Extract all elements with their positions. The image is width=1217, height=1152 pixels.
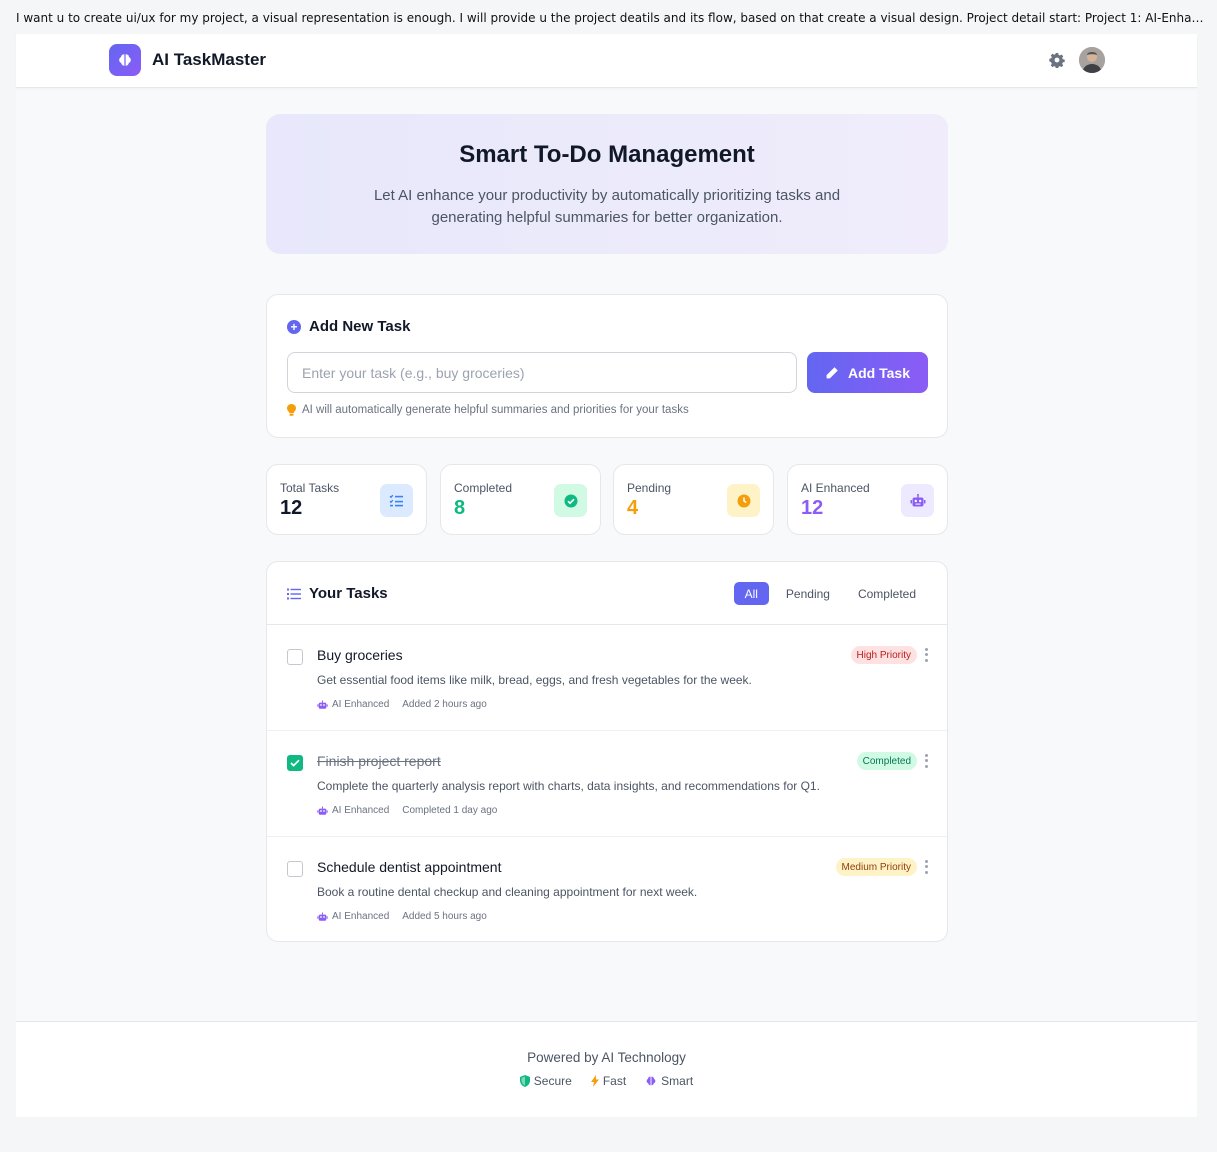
brain-icon (646, 1076, 656, 1086)
ai-hint-text: AI will automatically generate helpful s… (302, 404, 689, 416)
prompt-text: I want u to create ui/ux for my project,… (16, 11, 1206, 25)
app-frame: AI TaskMaster Smart To-Do Management Let… (16, 34, 1197, 1117)
shield-icon (519, 1075, 530, 1087)
task-title: Buy groceries (317, 647, 403, 663)
add-task-button-label: Add Task (848, 364, 910, 381)
user-avatar[interactable] (1079, 47, 1105, 73)
robot-icon (901, 484, 934, 517)
task-time: Added 5 hours ago (402, 911, 487, 922)
filter-pending[interactable]: Pending (775, 582, 841, 605)
more-options-icon[interactable] (923, 647, 929, 663)
task-meta: AI Enhanced Added 2 hours ago (317, 699, 487, 710)
filter-tabs: All Pending Completed (733, 582, 927, 605)
stat-value: 12 (280, 497, 303, 519)
bolt-icon (590, 1075, 599, 1087)
feature-smart: Smart (645, 1074, 693, 1088)
task-list-title: Your Tasks (309, 585, 388, 602)
stat-pending: Pending 4 (613, 464, 774, 535)
top-header: AI TaskMaster (16, 34, 1197, 88)
task-description: Get essential food items like milk, brea… (317, 673, 752, 687)
feature-label: Secure (533, 1074, 572, 1088)
robot-icon (317, 700, 328, 709)
priority-badge: High Priority (850, 646, 917, 664)
task-title: Schedule dentist appointment (317, 859, 502, 875)
task-description: Complete the quarterly analysis report w… (317, 779, 820, 793)
task-time: Completed 1 day ago (402, 805, 498, 816)
feature-label: Fast (602, 1074, 627, 1088)
filter-all[interactable]: All (733, 582, 769, 605)
task-list-header: Your Tasks All Pending Completed (267, 562, 947, 625)
task-row: Finish project report Complete the quart… (267, 731, 947, 837)
feature-label: Smart (661, 1074, 694, 1088)
task-title: Finish project report (317, 753, 441, 769)
stat-total-tasks: Total Tasks 12 (266, 464, 427, 535)
filter-completed[interactable]: Completed (847, 582, 927, 605)
add-task-title: Add New Task (309, 318, 411, 335)
page-footer: Powered by AI Technology Secure Fast Sma… (16, 1021, 1197, 1117)
ai-label: AI Enhanced (332, 911, 390, 922)
add-task-button[interactable]: Add Task (807, 352, 928, 393)
task-row: Schedule dentist appointment Book a rout… (267, 837, 947, 941)
list-check-icon (380, 484, 413, 517)
task-checkbox[interactable] (287, 649, 303, 665)
check-circle-icon (554, 484, 587, 517)
task-checkbox[interactable] (287, 755, 303, 771)
feature-fast: Fast (590, 1074, 627, 1088)
task-row: Buy groceries Get essential food items l… (267, 625, 947, 731)
stat-label: Total Tasks (280, 481, 340, 495)
robot-icon (317, 912, 328, 921)
task-checkbox[interactable] (287, 861, 303, 877)
task-list-heading: Your Tasks (287, 585, 388, 602)
stat-label: Pending (627, 481, 672, 495)
gear-icon[interactable] (1048, 51, 1066, 69)
stat-value: 8 (454, 497, 466, 519)
stat-value: 4 (627, 497, 639, 519)
ai-label: AI Enhanced (332, 805, 390, 816)
robot-icon (317, 806, 328, 815)
stat-ai-enhanced: AI Enhanced 12 (787, 464, 948, 535)
task-description: Book a routine dental checkup and cleani… (317, 885, 698, 899)
ai-label: AI Enhanced (332, 699, 390, 710)
status-badge: Completed (856, 752, 917, 770)
add-task-heading: + Add New Task (287, 318, 410, 335)
task-list-card: Your Tasks All Pending Completed Buy gro… (266, 561, 948, 942)
hero-subtitle: Let AI enhance your productivity by auto… (373, 187, 841, 226)
feature-secure: Secure (519, 1074, 572, 1088)
priority-badge: Medium Priority (835, 858, 917, 876)
clock-icon (727, 484, 760, 517)
stat-label: Completed (454, 481, 513, 495)
more-options-icon[interactable] (923, 859, 929, 875)
lightbulb-icon (287, 404, 296, 416)
task-meta: AI Enhanced Added 5 hours ago (317, 911, 487, 922)
ai-hint: AI will automatically generate helpful s… (287, 404, 689, 416)
pencil-icon (826, 366, 838, 378)
task-input[interactable] (287, 352, 797, 393)
stat-label: AI Enhanced (801, 481, 870, 495)
add-task-card: + Add New Task Add Task AI will automati… (266, 294, 948, 438)
stat-value: 12 (801, 497, 824, 519)
app-title: AI TaskMaster (152, 50, 267, 69)
more-options-icon[interactable] (923, 753, 929, 769)
brain-logo-icon (109, 44, 141, 76)
powered-by-text: Powered by AI Technology (527, 1050, 686, 1065)
task-time: Added 2 hours ago (402, 699, 487, 710)
hero-title: Smart To-Do Management (459, 141, 755, 168)
task-meta: AI Enhanced Completed 1 day ago (317, 805, 497, 816)
hero-banner: Smart To-Do Management Let AI enhance yo… (266, 114, 948, 254)
check-icon (290, 759, 300, 767)
plus-circle-icon: + (287, 319, 301, 334)
stat-completed: Completed 8 (440, 464, 601, 535)
list-icon (287, 588, 301, 599)
footer-features: Secure Fast Smart (16, 1074, 1197, 1088)
